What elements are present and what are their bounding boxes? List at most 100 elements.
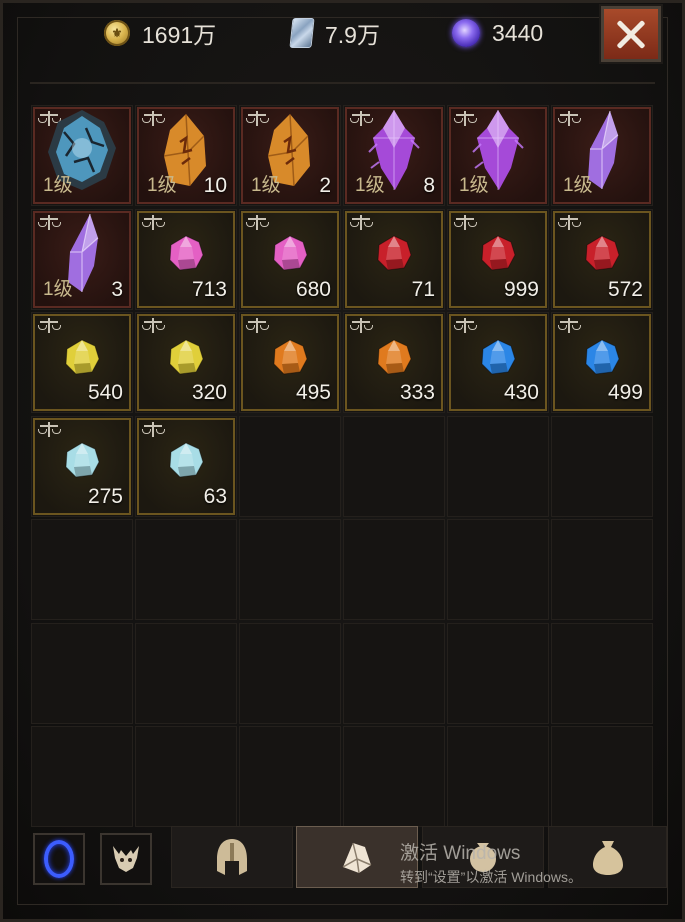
tradeable-scale-icon [454,318,477,334]
inventory-item[interactable]: 1级 8 [345,107,443,204]
inventory-cell[interactable] [31,726,133,827]
inventory-cell[interactable] [239,622,341,724]
tradeable-scale-icon [558,318,581,334]
item-quantity: 495 [295,381,331,404]
inventory-item[interactable]: 713 [137,210,235,308]
item-quantity: 999 [503,277,539,301]
inventory-cell[interactable] [343,726,445,827]
inventory-cell[interactable] [551,726,653,827]
gem-icon [478,337,518,377]
item-level: 1级 [43,278,73,300]
purple-orb-icon [452,19,480,47]
inventory-cell[interactable] [343,519,445,620]
tradeable-scale-icon [350,214,373,231]
silver-currency: 7.9万 [289,16,380,50]
item-quantity: 320 [191,381,227,404]
orb-amount: 3440 [492,19,544,46]
tab-demon[interactable] [100,833,152,885]
tab-ring[interactable] [33,833,85,885]
item-quantity: 63 [203,484,227,508]
inventory-item[interactable]: 63 [137,417,235,515]
inventory-item[interactable]: 499 [553,314,651,411]
blue-ring-icon [44,840,74,878]
tradeable-scale-icon [142,214,165,231]
gem-icon [374,337,414,377]
inventory-item[interactable]: 1级 3 [33,210,131,308]
gem-icon [166,337,206,377]
inventory-item[interactable]: 572 [553,210,651,308]
gem-icon [374,233,414,273]
tradeable-scale-icon [142,318,165,334]
money-sack-icon [592,841,623,875]
inventory-item[interactable]: 1级 [553,107,651,204]
inventory-item[interactable]: 430 [449,314,547,411]
inventory-cell[interactable] [447,622,549,724]
gem-icon [478,233,518,273]
item-quantity: 713 [191,277,227,301]
inventory-cell[interactable] [135,726,237,827]
inventory-item[interactable]: 71 [345,210,443,308]
inventory-cell[interactable] [343,415,445,517]
inventory-item[interactable]: 275 [33,417,131,515]
item-level: 1级 [459,175,489,196]
tradeable-scale-icon [246,318,269,334]
gold-coin-icon: ⚜ [104,20,130,46]
inventory-item[interactable]: 333 [345,314,443,411]
inventory-cell[interactable] [239,726,341,827]
inventory-item[interactable]: 1级 2 [241,107,339,204]
demon-head-icon [113,846,139,872]
tradeable-scale-icon [558,111,581,127]
inventory-item[interactable]: 680 [241,210,339,308]
silver-scroll-icon [289,18,315,48]
item-level: 1级 [563,175,593,196]
item-quantity: 2 [319,174,331,197]
item-quantity: 8 [423,174,435,197]
tab-helmet[interactable] [171,826,293,888]
tradeable-scale-icon [454,214,477,231]
inventory-cell[interactable] [551,622,653,724]
inventory-cell[interactable] [447,726,549,827]
inventory-item[interactable]: 495 [241,314,339,411]
tradeable-scale-icon [38,421,61,438]
gem-icon [166,233,206,273]
tradeable-scale-icon [246,214,269,231]
gem-icon [62,337,102,377]
inventory-cell[interactable] [31,622,133,724]
inventory-item[interactable]: 1级 10 [137,107,235,204]
inventory-cell[interactable] [239,519,341,620]
tradeable-scale-icon [38,214,61,231]
inventory-cell[interactable] [239,415,341,517]
inventory-item[interactable]: 999 [449,210,547,308]
inventory-cell[interactable] [343,622,445,724]
item-quantity: 3 [111,277,123,301]
inventory-item[interactable]: 1级 [33,107,131,204]
inventory-cell[interactable] [31,519,133,620]
inventory-grid: 1级 1级 10 1级 2 1级 8 1级 1级 1级 3 713 680 71… [31,105,655,827]
inventory-cell[interactable] [447,519,549,620]
item-quantity: 680 [295,277,331,301]
item-level: 1级 [355,175,385,196]
item-quantity: 540 [87,381,123,404]
inventory-cell[interactable] [135,622,237,724]
close-button[interactable] [601,6,661,62]
inventory-cell[interactable] [447,415,549,517]
gold-currency: ⚜ 1691万 [104,16,216,50]
activation-watermark-title: 激活 Windows [400,843,521,864]
item-level: 1级 [147,175,177,196]
inventory-item[interactable]: 1级 [449,107,547,204]
header-divider [30,82,655,84]
inventory-item[interactable]: 540 [33,314,131,411]
inventory-cell[interactable] [551,519,653,620]
gem-icon [166,440,206,480]
gem-icon [270,337,310,377]
helmet-icon [217,839,247,875]
item-quantity: 430 [503,381,539,404]
activation-watermark-subtitle: 转到“设置”以激活 Windows。 [400,869,583,885]
inventory-cell[interactable] [551,415,653,517]
item-quantity: 275 [87,484,123,508]
inventory-cell[interactable] [135,519,237,620]
inventory-item[interactable]: 320 [137,314,235,411]
item-quantity: 572 [607,277,643,301]
gem-icon [582,233,622,273]
orb-currency: 3440 [452,16,543,50]
